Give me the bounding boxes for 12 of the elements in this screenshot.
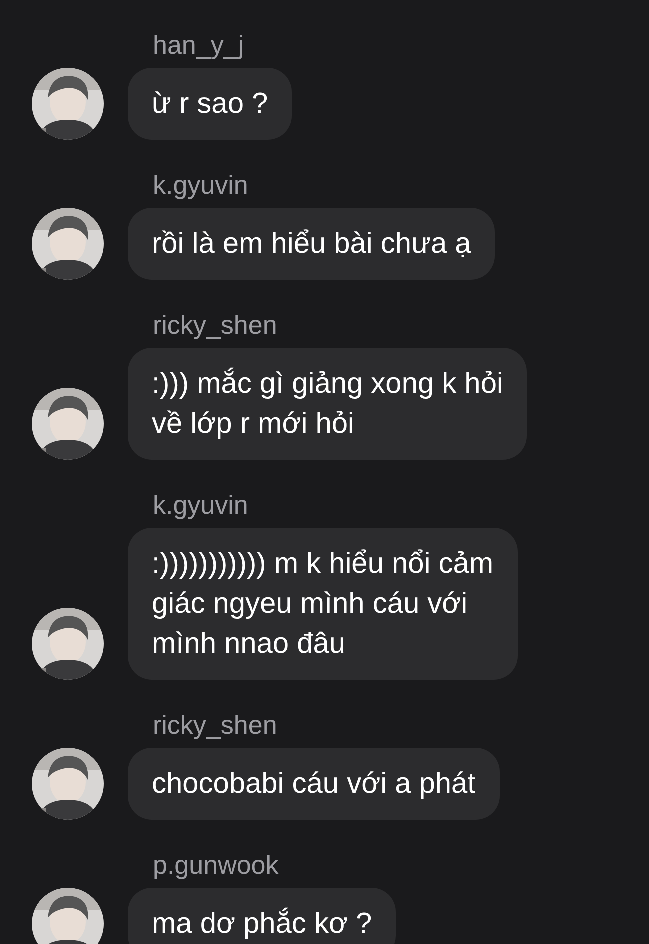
username: k.gyuvin	[153, 490, 250, 520]
message-bubble: rồi là em hiểu bài chưa ạ	[128, 208, 496, 280]
message-bubble: chocobabi cáu với a phát	[128, 748, 500, 820]
message-bubble: :))) mắc gì giảng xong k hỏi về lớp r mới hỏi	[128, 348, 528, 460]
username: p.gunwook	[153, 850, 280, 880]
message-bubble: ma dơ phắc kơ ?	[128, 888, 396, 944]
username: han_y_j	[153, 30, 246, 60]
message-bubble: ừ r sao ?	[128, 68, 292, 140]
username: k.gyuvin	[153, 170, 250, 200]
username: ricky_shen	[153, 710, 278, 740]
username: ricky_shen	[153, 310, 278, 340]
message-bubble: :))))))))))) m k hiểu nổi cảm giác ngyeu mình cáu với mình nnao đâu	[128, 528, 518, 680]
